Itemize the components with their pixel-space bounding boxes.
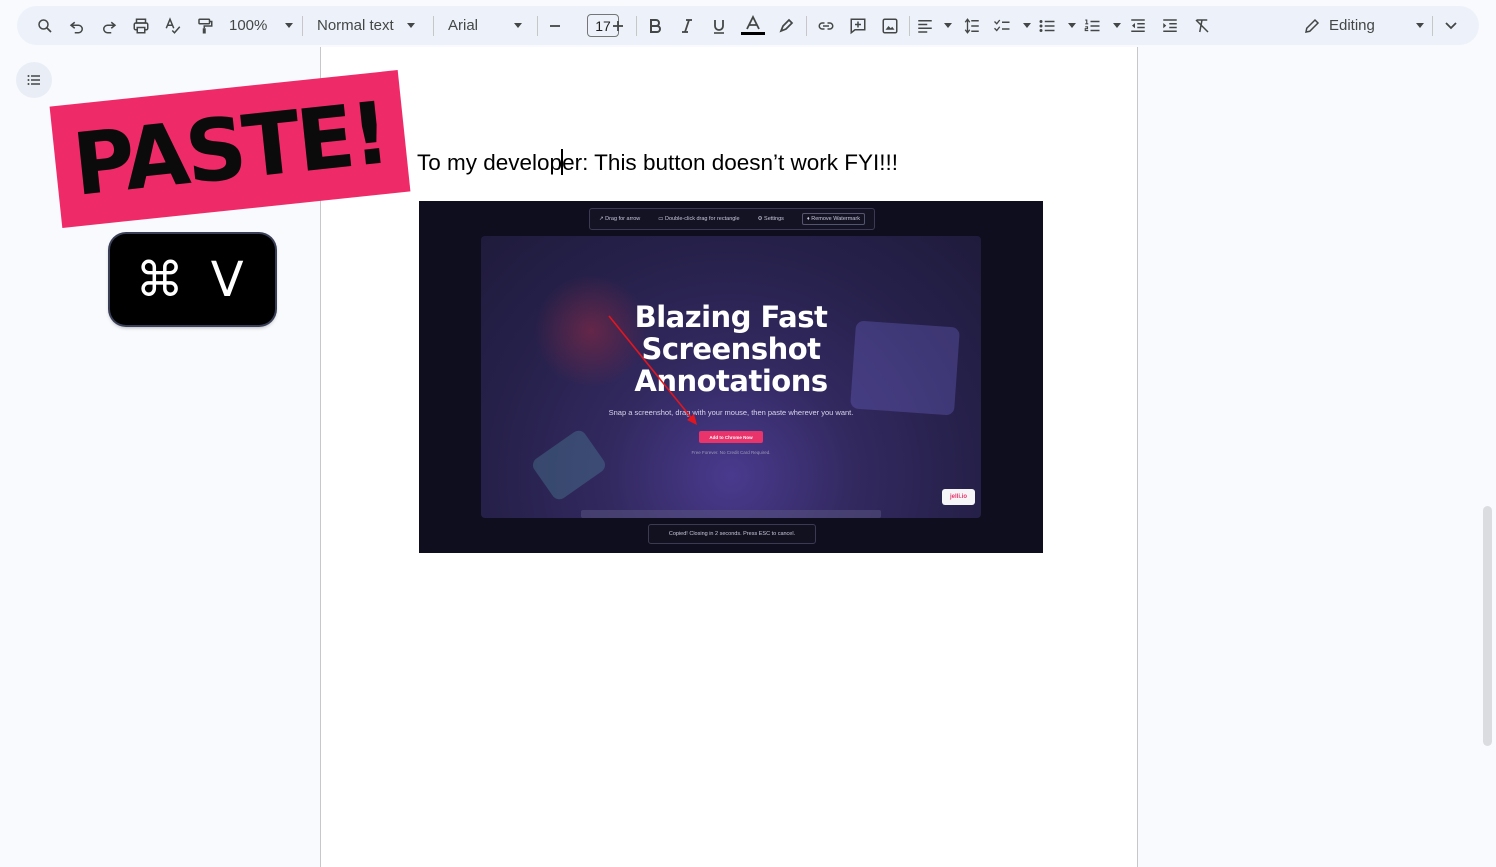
align-icon[interactable]	[916, 10, 952, 41]
paste-label: PASTE!	[68, 82, 392, 216]
spellcheck-icon[interactable]	[159, 10, 187, 41]
divider	[636, 16, 637, 36]
toolbar: 100% Normal text Arial 17 Editing	[17, 6, 1479, 45]
search-icon[interactable]	[31, 10, 59, 41]
checklist-icon[interactable]	[993, 10, 1031, 41]
vertical-scrollbar[interactable]	[1483, 506, 1492, 746]
divider	[433, 16, 434, 36]
chevron-down-icon	[514, 23, 522, 28]
divider	[806, 16, 807, 36]
chevron-down-icon	[1416, 23, 1424, 28]
pencil-icon	[1303, 17, 1321, 35]
keyboard-shortcut-badge: ⌘ V	[110, 234, 275, 325]
increase-size-icon[interactable]	[604, 10, 632, 41]
print-icon[interactable]	[127, 10, 155, 41]
numbered-list-icon[interactable]	[1083, 10, 1121, 41]
divider	[537, 16, 538, 36]
highlight-icon[interactable]	[772, 10, 800, 41]
outline-button[interactable]	[16, 62, 52, 98]
divider	[1432, 16, 1433, 36]
decrease-indent-icon[interactable]	[1124, 10, 1152, 41]
chevron-down-icon	[1023, 23, 1031, 28]
chevron-down-icon	[1068, 23, 1076, 28]
comment-icon[interactable]	[844, 10, 872, 41]
mode-select[interactable]: Editing	[1294, 10, 1434, 41]
style-value: Normal text	[317, 17, 394, 34]
bold-icon[interactable]	[641, 10, 669, 41]
collapse-icon[interactable]	[1437, 10, 1465, 41]
chevron-down-icon	[285, 23, 293, 28]
font-value: Arial	[448, 17, 479, 34]
divider	[302, 16, 303, 36]
link-icon[interactable]	[812, 10, 840, 41]
decrease-size-icon[interactable]	[541, 10, 569, 41]
zoom-value: 100%	[229, 17, 268, 34]
chevron-down-icon	[1113, 23, 1121, 28]
pasted-screenshot[interactable]: ↗ Drag for arrow ▭ Double-click drag for…	[419, 201, 1043, 553]
document-text-line[interactable]: To my developer: This button doesn’t wor…	[417, 149, 898, 176]
chevron-down-icon	[944, 23, 952, 28]
outline-icon	[26, 72, 42, 88]
divider	[909, 16, 910, 36]
undo-icon[interactable]	[63, 10, 91, 41]
increase-indent-icon[interactable]	[1156, 10, 1184, 41]
clear-formatting-icon[interactable]	[1188, 10, 1216, 41]
bullet-list-icon[interactable]	[1038, 10, 1076, 41]
redo-icon[interactable]	[95, 10, 123, 41]
zoom-select[interactable]: 100%	[225, 10, 297, 41]
underline-icon[interactable]	[705, 10, 733, 41]
text-color-icon[interactable]	[738, 10, 768, 41]
chevron-down-icon	[407, 23, 415, 28]
annotation-arrow	[608, 315, 697, 425]
italic-icon[interactable]	[673, 10, 701, 41]
text-after-cursor: er: This button doesn’t work FYI!!!	[562, 150, 899, 175]
style-select[interactable]: Normal text	[313, 10, 419, 41]
image-icon[interactable]	[876, 10, 904, 41]
line-spacing-icon[interactable]	[958, 10, 986, 41]
text-before-cursor: To my develop	[417, 150, 563, 175]
font-select[interactable]: Arial	[444, 10, 526, 41]
mode-label: Editing	[1329, 17, 1375, 34]
paint-format-icon[interactable]	[191, 10, 219, 41]
